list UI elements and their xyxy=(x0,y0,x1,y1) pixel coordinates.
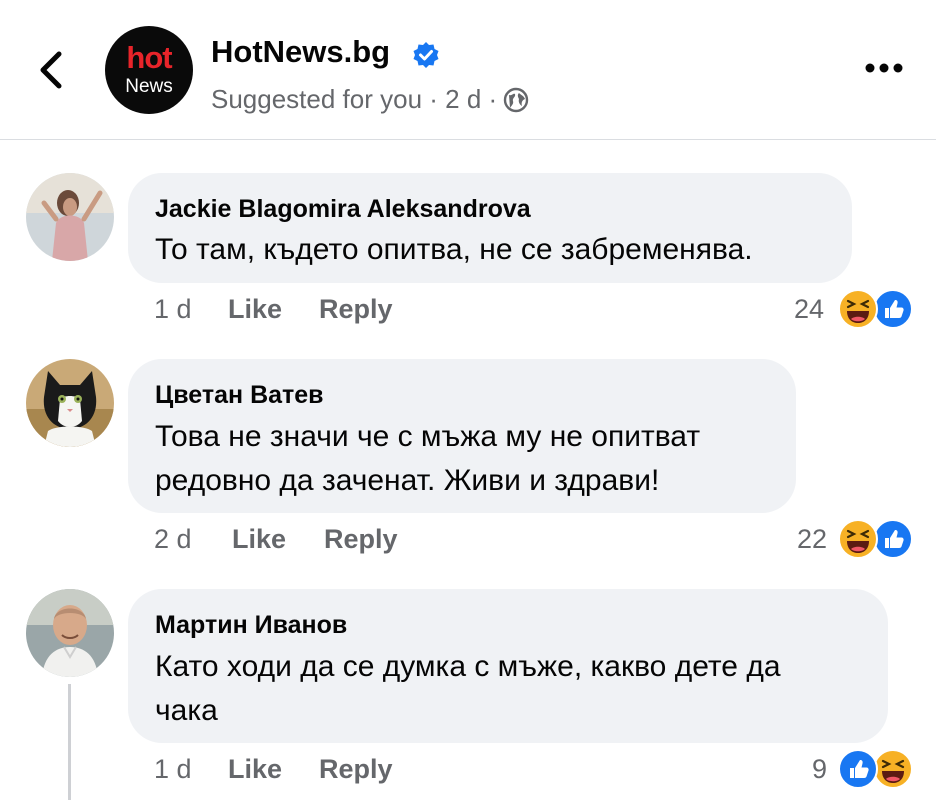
reactions-summary[interactable] xyxy=(838,519,914,559)
logo-text-news: News xyxy=(125,76,173,97)
reaction-count[interactable]: 22 xyxy=(797,524,827,555)
avatar-image xyxy=(26,589,114,677)
suggested-label: Suggested for you · 2 d · xyxy=(211,84,498,114)
page-name[interactable]: HotNews.bg xyxy=(211,34,390,70)
like-icon xyxy=(838,749,878,789)
page-avatar[interactable]: hot News xyxy=(105,26,193,114)
logo-text-hot: hot xyxy=(126,40,172,75)
haha-icon xyxy=(873,749,913,789)
avatar[interactable] xyxy=(26,359,114,447)
reactions-summary[interactable] xyxy=(838,749,914,789)
post-header: hot News HotNews.bg Suggested for you · … xyxy=(0,0,936,140)
comment-author[interactable]: Цветан Ватев xyxy=(155,381,324,410)
comment-text-line: Като ходи да се думка с мъже, какво дете… xyxy=(155,650,781,683)
avatar[interactable] xyxy=(26,589,114,677)
comment-author[interactable]: Мартин Иванов xyxy=(155,611,347,640)
like-icon xyxy=(873,289,913,329)
globe-icon xyxy=(503,87,529,112)
comment-bubble[interactable]: Мартин Иванов Като ходи да се думка с мъ… xyxy=(128,589,888,743)
haha-icon xyxy=(838,289,878,329)
back-arrow-icon[interactable] xyxy=(30,44,74,96)
avatar-image xyxy=(26,173,114,261)
comment-text-line: чака xyxy=(155,694,218,727)
reply-thread-line xyxy=(68,684,71,800)
avatar-image xyxy=(26,359,114,447)
comment-text-line: То там, където опитва, не се забременява… xyxy=(155,233,753,266)
reactions-summary[interactable] xyxy=(838,289,914,329)
verified-badge-icon xyxy=(413,42,439,68)
comment-author[interactable]: Jackie Blagomira Aleksandrova xyxy=(155,195,531,224)
reaction-count[interactable]: 9 xyxy=(812,754,827,785)
comment-time[interactable]: 1 d xyxy=(154,294,192,325)
comment-text-line: редовно да заченат. Живи и здрави! xyxy=(155,464,660,497)
reaction-count[interactable]: 24 xyxy=(794,294,824,325)
avatar[interactable] xyxy=(26,173,114,261)
comment-text-line: Това не значи че с мъжа му не опитват xyxy=(155,420,701,453)
reply-button[interactable]: Reply xyxy=(319,294,393,325)
post-subtitle: Suggested for you · 2 d · xyxy=(211,84,529,115)
reply-button[interactable]: Reply xyxy=(324,524,398,555)
comment-time[interactable]: 2 d xyxy=(154,524,192,555)
like-button[interactable]: Like xyxy=(228,754,282,785)
like-button[interactable]: Like xyxy=(228,294,282,325)
comment-time[interactable]: 1 d xyxy=(154,754,192,785)
comment-bubble[interactable]: Цветан Ватев Това не значи че с мъжа му … xyxy=(128,359,796,513)
reply-button[interactable]: Reply xyxy=(319,754,393,785)
like-icon xyxy=(873,519,913,559)
haha-icon xyxy=(838,519,878,559)
comment-bubble[interactable]: Jackie Blagomira Aleksandrova То там, къ… xyxy=(128,173,852,283)
like-button[interactable]: Like xyxy=(232,524,286,555)
more-options-icon[interactable] xyxy=(864,60,904,76)
